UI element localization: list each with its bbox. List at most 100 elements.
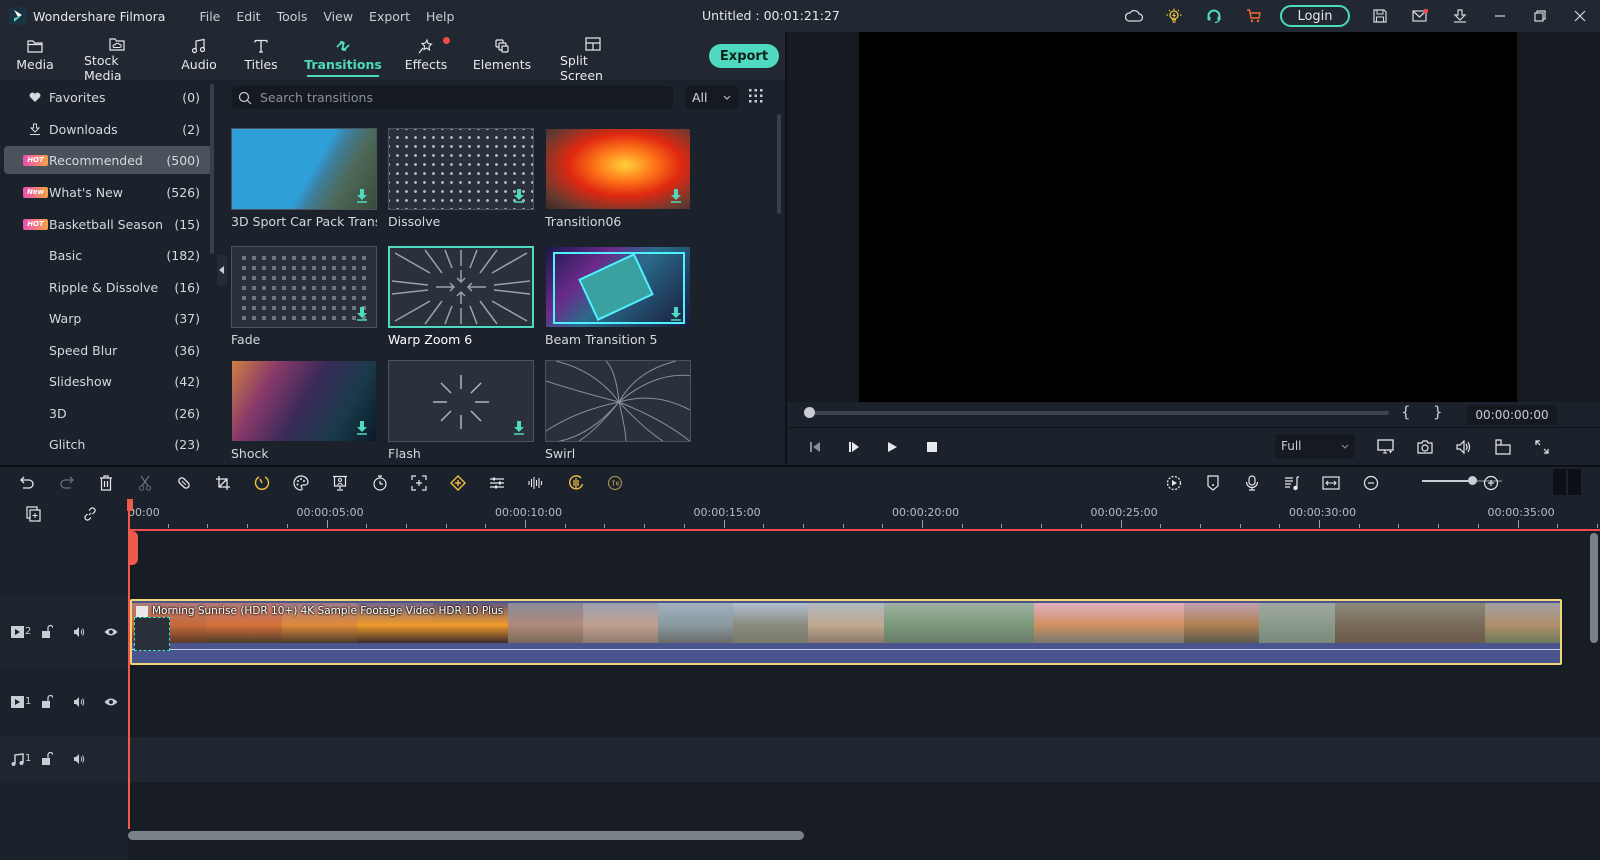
transition-item-3d-sport-car[interactable]: 3D Sport Car Pack Trans... [231, 128, 377, 229]
adjust-icon[interactable] [487, 473, 507, 493]
tab-media[interactable]: Media [16, 32, 54, 80]
sidebar-scrollbar[interactable] [210, 84, 214, 254]
menu-edit[interactable]: Edit [228, 9, 268, 24]
transition-item-flash[interactable]: Flash [388, 360, 534, 461]
transition-item-swirl[interactable]: Swirl [545, 360, 691, 461]
mail-icon[interactable] [1400, 0, 1440, 32]
transition-marker[interactable] [134, 617, 170, 651]
audio-waveform-icon[interactable] [526, 473, 546, 493]
delete-icon[interactable] [96, 473, 116, 493]
volume-icon[interactable] [1455, 438, 1473, 456]
sidebar-item-glitch[interactable]: Glitch (23) [4, 430, 212, 458]
menu-view[interactable]: View [315, 9, 361, 24]
speech-to-text-icon[interactable] [605, 473, 625, 493]
duration-icon[interactable] [370, 473, 390, 493]
download-icon[interactable] [1440, 0, 1480, 32]
audio-stretch-icon[interactable] [566, 473, 586, 493]
lightbulb-icon[interactable] [1154, 0, 1194, 32]
seek-handle[interactable] [804, 407, 815, 418]
sidebar-item-ripple-dissolve[interactable]: Ripple & Dissolve (16) [4, 273, 212, 301]
transition-item-shock[interactable]: Shock [231, 360, 377, 461]
stop-icon[interactable] [923, 438, 941, 456]
search-input[interactable] [260, 90, 640, 105]
transition-item-dissolve[interactable]: Dissolve [388, 128, 534, 229]
undo-icon[interactable] [17, 473, 37, 493]
fit-timeline-icon[interactable] [1321, 473, 1341, 493]
sidebar-item-basic[interactable]: Basic (182) [4, 241, 212, 269]
tab-elements[interactable]: Elements [473, 32, 531, 80]
color-palette-icon[interactable] [291, 473, 311, 493]
zoom-in-icon[interactable] [1481, 473, 1501, 493]
menu-export[interactable]: Export [361, 9, 418, 24]
filter-dropdown[interactable]: All [685, 86, 738, 109]
menu-file[interactable]: File [191, 9, 228, 24]
fullscreen-icon[interactable] [1533, 438, 1551, 456]
sidebar-item-favorites[interactable]: Favorites (0) [4, 83, 212, 111]
lock-icon[interactable] [39, 694, 55, 710]
tag-icon[interactable] [174, 473, 194, 493]
video-viewer[interactable] [859, 32, 1517, 402]
menu-tools[interactable]: Tools [269, 9, 316, 24]
mark-in-button[interactable]: { [1401, 403, 1411, 421]
sidebar-item-speed-blur[interactable]: Speed Blur (36) [4, 336, 212, 364]
sidebar-item-recommended[interactable]: HOT Recommended (500) [4, 146, 212, 174]
headset-icon[interactable] [1194, 0, 1234, 32]
tab-audio[interactable]: Audio [181, 32, 217, 80]
mark-out-button[interactable]: } [1433, 403, 1443, 421]
visibility-eye-icon[interactable] [103, 694, 119, 710]
time-ruler[interactable]: 00:00 00:00:05:00 00:00:10:00 00:00:15:00 00… [128, 497, 1600, 530]
sidebar-item-basketball-season[interactable]: HOT Basketball Season (15) [4, 210, 212, 238]
lock-icon[interactable] [39, 624, 55, 640]
tab-split-screen[interactable]: Split Screen [560, 32, 626, 83]
minimize-icon[interactable] [1480, 0, 1520, 32]
microphone-icon[interactable] [1242, 473, 1262, 493]
zoom-slider-handle[interactable] [1467, 476, 1477, 485]
redo-icon[interactable] [57, 473, 77, 493]
sidebar-item-slideshow[interactable]: Slideshow (42) [4, 367, 212, 395]
mute-icon[interactable] [71, 694, 87, 710]
next-frame-icon[interactable] [845, 438, 863, 456]
render-icon[interactable] [1164, 473, 1184, 493]
grid-view-icon[interactable] [749, 89, 765, 105]
panel-layout-toggle[interactable] [1553, 469, 1581, 495]
close-icon[interactable] [1560, 0, 1600, 32]
save-icon[interactable] [1360, 0, 1400, 32]
green-screen-icon[interactable] [330, 473, 350, 493]
tab-titles[interactable]: Titles [244, 32, 278, 80]
speed-icon[interactable] [252, 473, 272, 493]
play-icon[interactable] [883, 438, 901, 456]
tab-effects[interactable]: Effects [405, 32, 450, 80]
transition-item-beam-transition-5[interactable]: Beam Transition 5 [545, 246, 691, 347]
mute-icon[interactable] [71, 624, 87, 640]
snapshot-icon[interactable] [1416, 438, 1434, 456]
restore-icon[interactable] [1520, 0, 1560, 32]
audio-mixer-icon[interactable] [1282, 473, 1302, 493]
sidebar-item-warp[interactable]: Warp (37) [4, 304, 212, 332]
visibility-eye-icon[interactable] [103, 624, 119, 640]
sidebar-item-downloads[interactable]: Downloads (2) [4, 115, 212, 143]
keyframe-icon[interactable] [448, 473, 468, 493]
sidebar-item-3d[interactable]: 3D (26) [4, 399, 212, 427]
render-preview-icon[interactable] [1494, 438, 1512, 456]
seek-bar[interactable] [809, 411, 1389, 415]
menu-help[interactable]: Help [418, 9, 463, 24]
video-clip[interactable]: Morning Sunrise (HDR 10+) 4K Sample Foot… [130, 599, 1562, 665]
timeline-vertical-scrollbar[interactable] [1590, 533, 1598, 643]
playhead-marker[interactable] [128, 531, 138, 565]
display-settings-icon[interactable] [1377, 438, 1395, 456]
transition-item-warp-zoom-6[interactable]: Warp Zoom 6 [388, 246, 534, 347]
cloud-icon[interactable] [1114, 0, 1154, 32]
zoom-out-icon[interactable] [1361, 473, 1381, 493]
link-icon[interactable] [82, 506, 98, 522]
tab-stock-media[interactable]: Stock Media [84, 32, 150, 83]
collapse-sidebar-button[interactable] [217, 255, 227, 285]
playback-quality-dropdown[interactable]: Full [1275, 434, 1355, 458]
playhead-handle[interactable] [127, 499, 133, 511]
mute-icon[interactable] [71, 751, 87, 767]
marker-icon[interactable] [1203, 473, 1223, 493]
crop-icon[interactable] [213, 473, 233, 493]
cart-icon[interactable] [1234, 0, 1274, 32]
login-button[interactable]: Login [1280, 5, 1350, 27]
auto-reframe-icon[interactable] [409, 473, 429, 493]
transition-item-fade[interactable]: Fade [231, 246, 377, 347]
